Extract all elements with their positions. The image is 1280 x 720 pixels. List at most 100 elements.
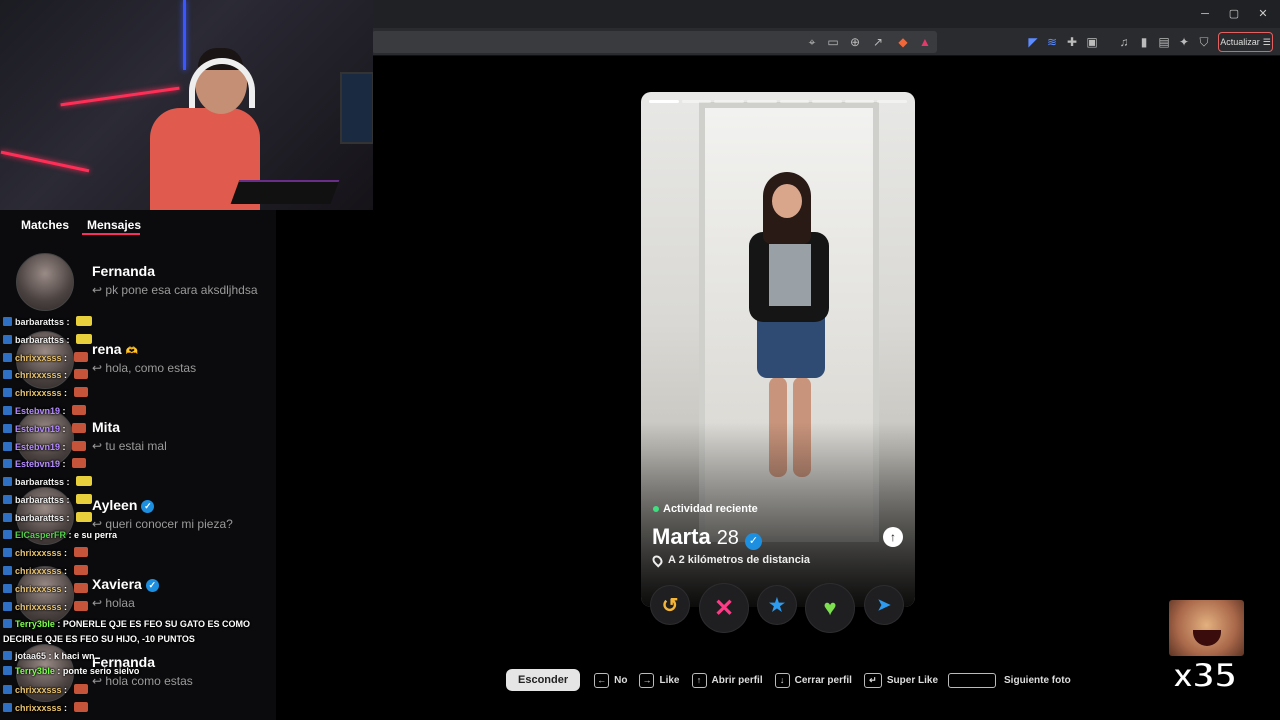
face-emote-icon	[73, 547, 88, 558]
chat-username[interactable]: barbarattss	[15, 477, 64, 487]
profile-card[interactable]: Actividad reciente Marta 28 ✓ A 2 kilóme…	[641, 92, 915, 607]
chat-username[interactable]: Estebvn19	[15, 424, 60, 434]
chat-message: Estebvn19 :	[3, 422, 87, 434]
extension-cursor-icon[interactable]: ◤	[1026, 35, 1040, 49]
chat-message: barbarattss :	[3, 476, 93, 487]
chat-text: DECIRLE QJE ES FEO SU HIJO, -10 PUNTOS	[3, 633, 195, 644]
chat-badge-icon	[3, 703, 12, 712]
tab-mensajes[interactable]: Mensajes	[87, 218, 141, 232]
tab-matches[interactable]: Matches	[21, 218, 69, 232]
chat-username[interactable]: Estebvn19	[15, 442, 60, 452]
photo-indicator	[649, 100, 679, 103]
chat-username[interactable]: chrixxxsss	[15, 602, 62, 612]
zoom-icon[interactable]: ⊕	[848, 35, 862, 49]
update-button[interactable]: Actualizar ☰	[1218, 32, 1273, 52]
media-icon[interactable]: ♫	[1117, 35, 1131, 49]
chat-username[interactable]: Terry3ble	[15, 666, 55, 676]
chat-username[interactable]: barbarattss	[15, 317, 64, 327]
restore-icon[interactable]: ▢	[1226, 6, 1242, 22]
chat-username[interactable]: chrixxxsss	[15, 566, 62, 576]
conversation-preview: ↩ holaa	[92, 596, 135, 610]
vpn-icon[interactable]: ⛉	[1197, 35, 1211, 49]
photo-indicator	[746, 100, 777, 103]
chat-username[interactable]: Estebvn19	[15, 459, 60, 469]
up-arrow-key-icon: ↑	[691, 672, 707, 688]
chat-badge-icon	[3, 370, 12, 380]
chat-badge-icon	[3, 529, 12, 539]
chat-username[interactable]: barbarattss	[15, 495, 64, 505]
face-emote-icon	[72, 440, 87, 451]
face-emote-icon	[72, 458, 87, 469]
brave-shield-icon[interactable]: ◆	[896, 35, 910, 49]
rewards-icon[interactable]: ▲	[918, 35, 932, 49]
like-icon: ♥	[823, 595, 837, 620]
chat-badge-icon	[3, 459, 12, 469]
chat-message: chrixxxsss :	[3, 583, 88, 594]
conversation-preview: ↩ hola, como estas	[92, 361, 197, 375]
chat-message: chrixxxsss :	[3, 387, 88, 398]
face-emote-icon	[73, 583, 88, 593]
face-emote-icon	[73, 387, 88, 398]
chat-username[interactable]: chrixxxsss	[15, 548, 62, 558]
chat-username[interactable]: jotaa65	[15, 651, 46, 661]
online-dot	[653, 506, 659, 512]
chat-badge-icon	[3, 685, 12, 695]
photo-figure	[769, 244, 811, 306]
conversation-name: Xaviera ✓	[92, 576, 159, 592]
chat-username[interactable]: chrixxxsss	[15, 370, 62, 380]
chat-message: chrixxxsss :	[3, 369, 88, 380]
wallet-icon[interactable]: ▤	[1157, 35, 1171, 49]
hint-like: → Like	[639, 672, 680, 688]
distance-label: A 2 kilómetros de distancia	[668, 554, 811, 566]
photo-indicator	[681, 100, 712, 103]
nope-button[interactable]: ✕	[700, 584, 748, 632]
chat-username[interactable]: chrixxxsss	[15, 388, 62, 398]
super-like-button[interactable]: ★	[758, 586, 796, 624]
boost-button[interactable]: ➤	[865, 586, 903, 624]
extensions-icon[interactable]: ✚	[1065, 35, 1079, 49]
boost-icon: ➤	[877, 597, 891, 614]
close-icon[interactable]: ✕	[1255, 6, 1271, 22]
chat-username[interactable]: chrixxxsss	[15, 353, 62, 363]
like-button[interactable]: ♥	[806, 584, 854, 632]
chat-username[interactable]: ElCasperFR	[15, 530, 66, 540]
conversation-preview: ↩ tu estai mal	[92, 439, 167, 453]
chat-username[interactable]: barbarattss	[15, 513, 64, 523]
chat-message: chrixxxsss :	[3, 351, 88, 363]
sidebar-icon[interactable]: ▮	[1137, 35, 1151, 49]
chat-badge-icon	[3, 651, 12, 661]
hide-hints-button[interactable]: Esconder	[506, 669, 581, 691]
leo-ai-icon[interactable]: ✦	[1177, 35, 1191, 49]
chat-username[interactable]: barbarattss	[15, 335, 64, 345]
led-strip	[60, 86, 180, 107]
keyboard	[230, 180, 340, 204]
chat-badge-icon	[3, 548, 12, 558]
chat-username[interactable]: chrixxxsss	[15, 685, 62, 695]
conversation-preview: ↩ pk pone esa cara aksdljhdsa	[92, 283, 258, 297]
pikachu-emote-icon	[76, 511, 93, 522]
share-icon[interactable]: ↗	[871, 35, 885, 49]
rewind-button[interactable]: ↺	[651, 586, 689, 624]
conversation-name: rena 🫶	[92, 341, 138, 357]
active-tab-indicator	[82, 233, 140, 235]
chat-username[interactable]: chrixxxsss	[15, 584, 62, 594]
face-emote-icon	[73, 565, 88, 576]
chat-badge-icon	[3, 666, 12, 676]
cast-icon[interactable]: ▭	[826, 35, 840, 49]
screenshot-icon[interactable]: ▣	[1085, 35, 1099, 49]
chat-message: chrixxxsss :	[3, 547, 88, 558]
photo-progress-bars	[649, 100, 907, 103]
pikachu-emote-icon	[76, 333, 93, 344]
chat-badge-icon	[3, 423, 12, 433]
location-icon[interactable]: ⌖	[805, 35, 819, 49]
chat-username[interactable]: chrixxxsss	[15, 703, 62, 713]
extension-audio-icon[interactable]: ≋	[1045, 35, 1059, 49]
enter-key-icon: ↵	[863, 672, 882, 688]
chat-username[interactable]: Estebvn19	[15, 406, 60, 416]
open-profile-button[interactable]: ↑	[883, 527, 903, 547]
conversation-item[interactable]: Fernanda ↩ pk pone esa cara aksdljhdsa	[16, 253, 266, 323]
chat-username[interactable]: Terry3ble	[15, 619, 55, 629]
chat-badge-icon	[3, 512, 12, 522]
photo-indicator	[844, 100, 875, 103]
minimize-icon[interactable]: ─	[1197, 6, 1213, 22]
